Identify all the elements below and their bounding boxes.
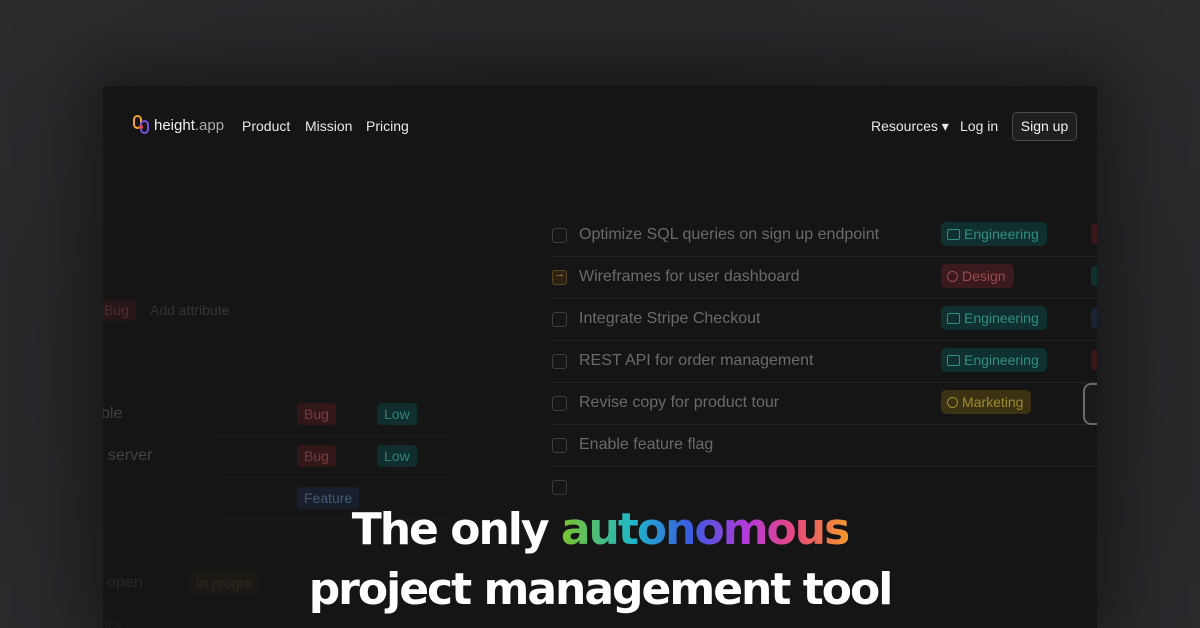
priority-badge: Low [377,403,417,425]
priority-badge: Low [377,445,417,467]
headline-highlight: autonomous [560,504,850,555]
task-title: Enable feature flag [579,436,714,453]
add-attribute-button[interactable]: Add attribute [150,302,229,318]
task-checkbox[interactable] [552,396,567,411]
task-checkbox[interactable] [552,312,567,327]
edge-chip [1091,350,1097,370]
design-icon [947,270,958,282]
edge-chip [1091,224,1097,244]
engineering-tag: Engineering [941,348,1047,372]
task-row[interactable]: Revise copy for product tour Marketing [550,382,1097,425]
in-progress-icon[interactable] [552,268,567,285]
signup-button[interactable]: Sign up [1012,112,1077,141]
terminal-icon [947,228,960,240]
task-title: Optimize SQL queries on sign up endpoint [579,226,880,243]
task-row[interactable]: REST API for order management Engineerin… [550,340,1097,383]
top-nav: height.app Product Mission Pricing Resou… [103,86,1097,166]
floating-card-edge [1083,383,1097,425]
nav-resources-dropdown[interactable]: Resources ▾ [871,118,949,135]
left-row-text: ble [103,405,123,422]
marketing-tag: Marketing [941,390,1032,414]
row-divider [103,477,450,478]
edge-chip [1091,308,1097,328]
headline-line-2: project management tool [308,564,894,615]
task-title: Wireframes for user dashboard [579,268,800,285]
nav-product-link[interactable]: Product [242,118,290,134]
task-checkbox[interactable] [552,354,567,369]
task-title: Revise copy for product tour [579,394,780,411]
task-title: Integrate Stripe Checkout [579,310,761,327]
terminal-icon [947,312,960,324]
task-checkbox[interactable] [552,228,567,243]
terminal-icon [947,354,960,366]
logo-text: height.app [154,116,225,134]
row-divider [103,435,450,436]
nav-pricing-link[interactable]: Pricing [366,118,409,134]
target-icon [947,396,958,408]
nav-mission-link[interactable]: Mission [305,118,352,134]
bug-badge: Bug [297,403,336,425]
task-row[interactable]: Wireframes for user dashboard Design [550,256,1097,299]
task-title: REST API for order management [579,352,814,369]
task-row[interactable]: Integrate Stripe Checkout Engineering [550,298,1097,341]
task-checkbox[interactable] [552,480,567,495]
bug-badge: Bug [297,445,336,467]
task-row[interactable]: Optimize SQL queries on sign up endpoint… [550,214,1097,257]
nav-login-link[interactable]: Log in [960,118,998,134]
bug-chip: Bug [103,299,136,321]
engineering-tag: Engineering [941,222,1047,246]
height-logo-icon [133,115,149,134]
edge-chip [1091,266,1097,286]
task-row[interactable]: Enable feature flag [550,424,1097,467]
engineering-tag: Engineering [941,306,1047,330]
task-checkbox[interactable] [552,438,567,453]
left-row-text: / server [103,447,153,464]
headline-line-1: The only autonomous [351,504,851,555]
hero-headline: The only autonomous project management t… [0,500,1200,620]
design-tag: Design [941,264,1014,288]
logo[interactable]: height.app [133,115,224,135]
